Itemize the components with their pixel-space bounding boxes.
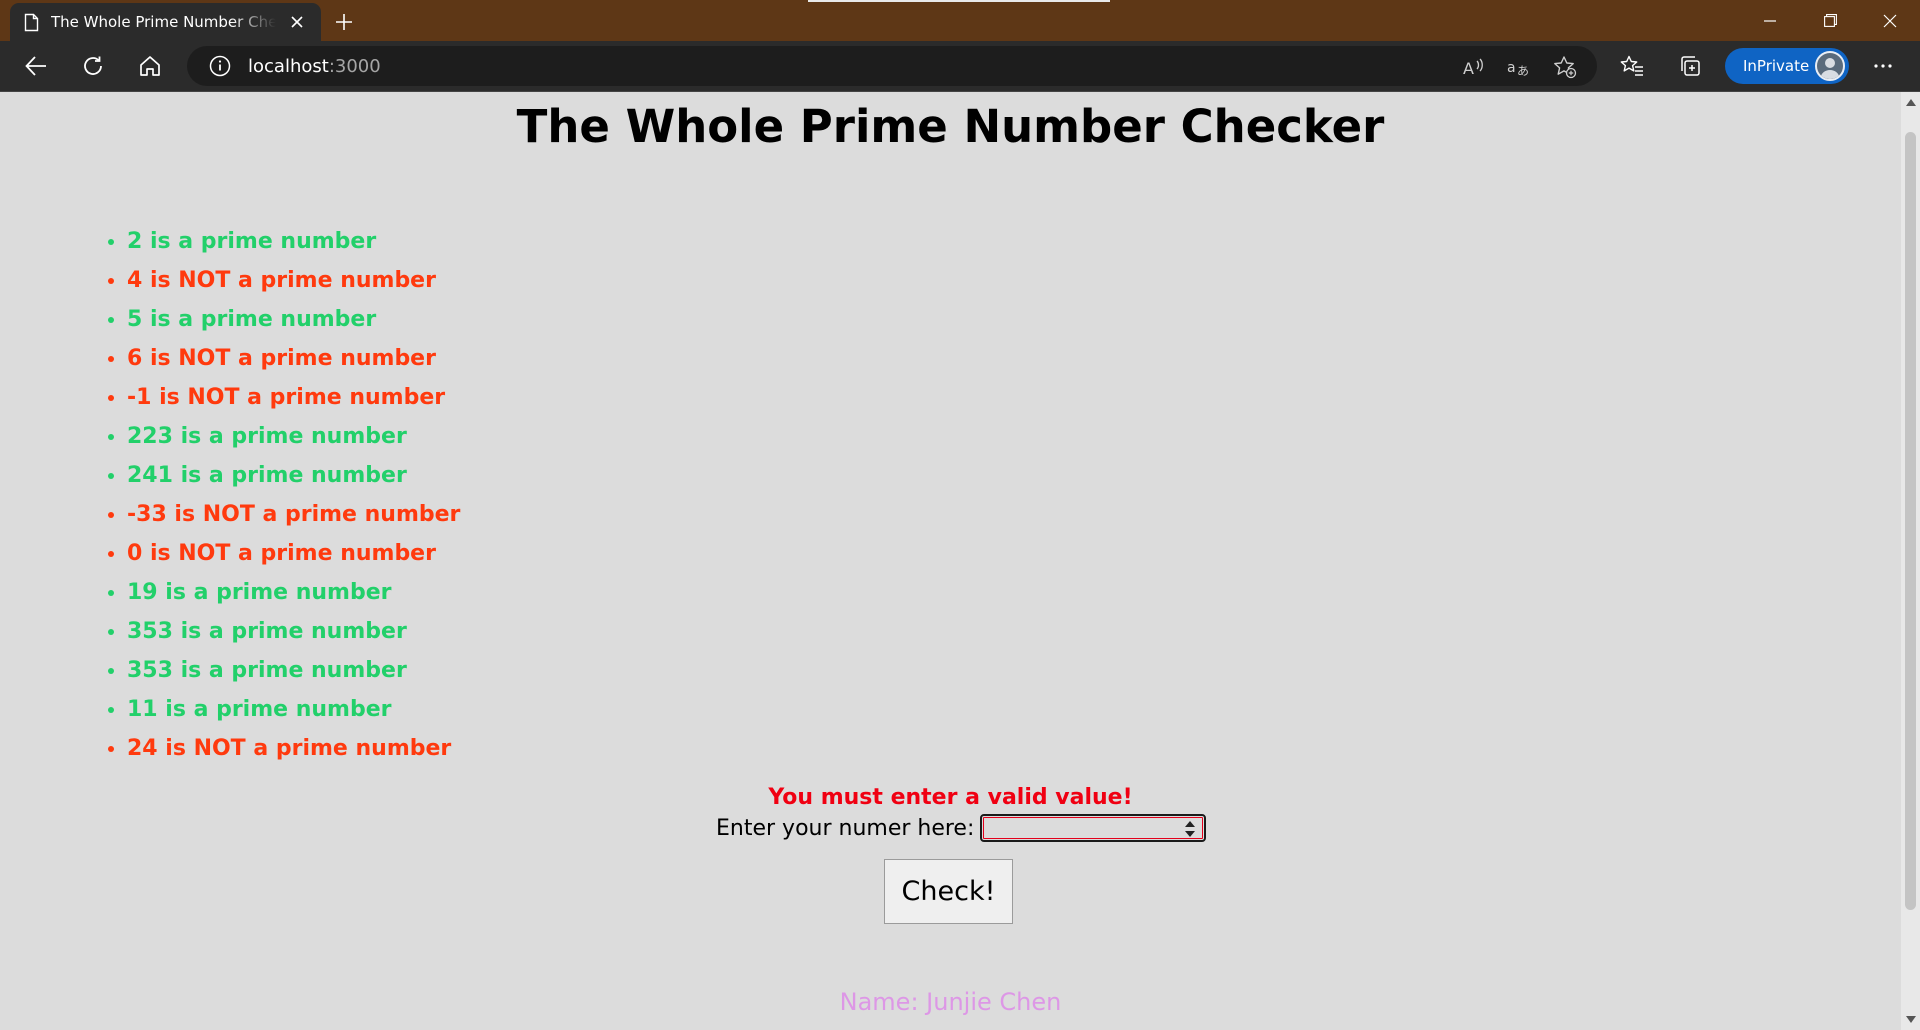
close-window-button[interactable] <box>1860 0 1920 41</box>
results-list: 2 is a prime number4 is NOT a prime numb… <box>92 222 460 768</box>
profile-avatar <box>1815 51 1845 81</box>
page-title: The Whole Prime Number Checker <box>516 100 1385 153</box>
site-info-icon[interactable] <box>209 55 231 77</box>
spinner-up-icon <box>1185 821 1196 827</box>
number-input-label: Enter your numer here: <box>716 815 975 841</box>
more-options-icon[interactable] <box>1865 48 1901 84</box>
page-content: The Whole Prime Number Checker 2 is a pr… <box>0 92 1901 1030</box>
restore-button[interactable] <box>1800 0 1860 41</box>
footer-name: Name: Junjie Chen <box>839 988 1062 1016</box>
svg-text:a: a <box>1507 60 1516 76</box>
result-item: 19 is a prime number <box>127 573 460 612</box>
page-icon <box>24 13 39 32</box>
browser-toolbar: localhost:3000 A aあ InPrivate <box>0 41 1920 92</box>
svg-text:A: A <box>1463 59 1474 78</box>
spinner-down-icon <box>1185 831 1196 837</box>
browser-title-bar: The Whole Prime Number Checker <box>0 0 1920 41</box>
result-item: 353 is a prime number <box>127 651 460 690</box>
url-port: :3000 <box>328 55 381 77</box>
check-button[interactable]: Check! <box>884 859 1013 924</box>
new-tab-button[interactable] <box>330 8 358 36</box>
error-message: You must enter a valid value! <box>768 785 1133 810</box>
scrollbar-thumb[interactable] <box>1905 132 1916 910</box>
result-item: 5 is a prime number <box>127 300 460 339</box>
number-input-row: Enter your numer here: <box>716 812 1207 844</box>
result-item: 223 is a prime number <box>127 417 460 456</box>
collections-icon[interactable] <box>1672 48 1708 84</box>
browser-tab[interactable]: The Whole Prime Number Checker <box>10 3 321 41</box>
result-item: 11 is a prime number <box>127 690 460 729</box>
number-input[interactable] <box>980 814 1207 842</box>
inprivate-button[interactable]: InPrivate <box>1725 48 1849 84</box>
result-item: 0 is NOT a prime number <box>127 534 460 573</box>
translate-icon[interactable]: aあ <box>1507 55 1531 79</box>
result-item: 241 is a prime number <box>127 456 460 495</box>
title-bar-accent <box>808 0 1110 2</box>
favorites-icon[interactable] <box>1614 48 1650 84</box>
inprivate-label: InPrivate <box>1743 57 1810 75</box>
add-favorite-icon[interactable] <box>1553 55 1577 79</box>
url-host: localhost <box>248 55 329 77</box>
close-tab-icon[interactable] <box>286 11 308 33</box>
back-icon[interactable] <box>18 48 54 84</box>
minimize-button[interactable] <box>1740 0 1800 41</box>
result-item: 6 is NOT a prime number <box>127 339 460 378</box>
scroll-up-icon[interactable] <box>1905 99 1916 109</box>
address-bar[interactable]: localhost:3000 A aあ <box>187 46 1597 86</box>
refresh-icon[interactable] <box>75 48 111 84</box>
home-icon[interactable] <box>132 48 168 84</box>
read-aloud-icon[interactable]: A <box>1461 55 1485 79</box>
result-item: -33 is NOT a prime number <box>127 495 460 534</box>
scroll-down-icon[interactable] <box>1905 1016 1916 1026</box>
url-text[interactable]: localhost:3000 <box>248 56 381 77</box>
svg-text:あ: あ <box>1517 64 1529 78</box>
result-item: 24 is NOT a prime number <box>127 729 460 768</box>
result-item: 353 is a prime number <box>127 612 460 651</box>
tab-title: The Whole Prime Number Checker <box>51 13 276 31</box>
result-item: 2 is a prime number <box>127 222 460 261</box>
page-scrollbar[interactable] <box>1901 92 1920 1030</box>
result-item: 4 is NOT a prime number <box>127 261 460 300</box>
number-spinner[interactable] <box>1184 821 1196 837</box>
result-item: -1 is NOT a prime number <box>127 378 460 417</box>
